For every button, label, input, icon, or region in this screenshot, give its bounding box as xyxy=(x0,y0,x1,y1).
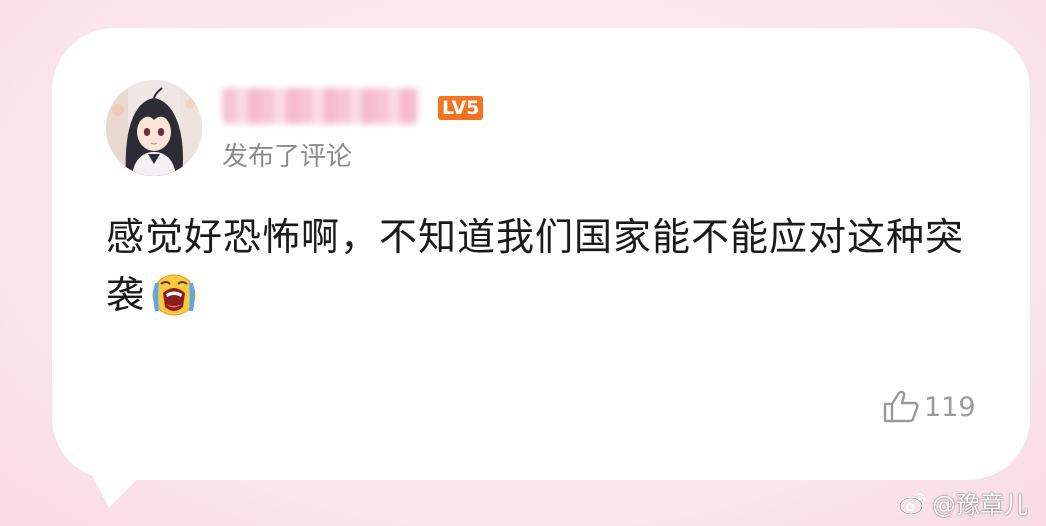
username-blurred[interactable] xyxy=(222,88,418,124)
like-button[interactable]: 119 xyxy=(882,390,976,424)
username-text xyxy=(222,88,418,124)
level-badge: LV5 xyxy=(438,96,484,120)
watermark: @豫章儿 xyxy=(898,485,1028,520)
crying-face-emoji-icon xyxy=(149,269,199,319)
like-count: 119 xyxy=(924,391,976,423)
avatar[interactable] xyxy=(106,80,202,176)
weibo-logo-icon xyxy=(898,492,926,515)
watermark-text: @豫章儿 xyxy=(932,491,1028,519)
thumbs-up-icon xyxy=(883,390,919,423)
comment-action-label: 发布了评论 xyxy=(222,142,353,172)
comment-body: 感觉好恐怖啊，不知道我们国家能不能应对这种突袭 xyxy=(106,208,966,324)
comment-text: 感觉好恐怖啊，不知道我们国家能不能应对这种突袭 xyxy=(106,215,965,317)
avatar-image xyxy=(106,80,202,176)
